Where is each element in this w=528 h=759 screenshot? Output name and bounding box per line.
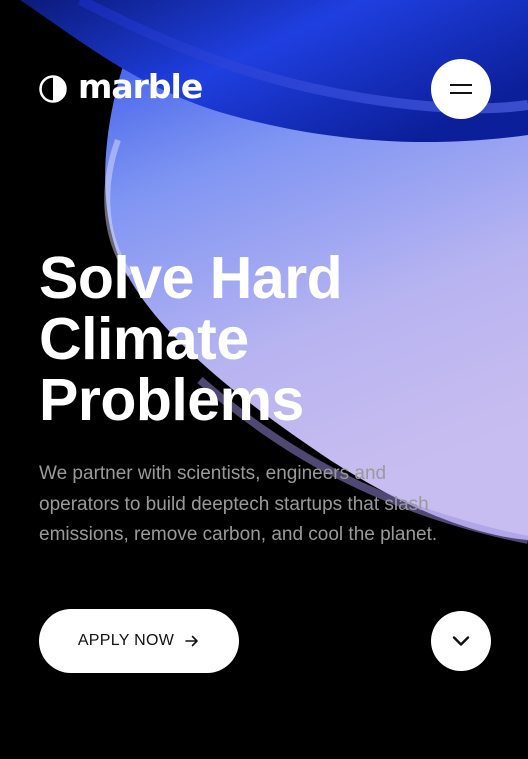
hero-description: We partner with scientists, engineers an…	[39, 463, 438, 545]
arrow-right-icon	[185, 635, 198, 647]
apply-now-label: APPLY NOW	[77, 632, 175, 649]
brand-logo[interactable]: marble	[39, 70, 203, 103]
landing-page: marble Solve Hard Climate Problems We pa…	[0, 0, 528, 759]
hamburger-menu-icon	[450, 84, 472, 86]
hamburger-menu-icon-line	[450, 92, 472, 94]
chevron-down-icon	[452, 636, 470, 646]
apply-now-button[interactable]: APPLY NOW	[39, 609, 239, 673]
half-circle-logo-icon	[39, 74, 67, 103]
brand-name: marble	[78, 67, 203, 106]
headline-line: Solve Hard	[39, 245, 343, 311]
scroll-down-button[interactable]	[431, 611, 491, 671]
hero-headline: Solve Hard Climate Problems	[39, 245, 343, 433]
headline-line: Climate	[39, 306, 249, 372]
menu-button[interactable]	[431, 59, 491, 119]
headline-line: Problems	[39, 367, 304, 433]
